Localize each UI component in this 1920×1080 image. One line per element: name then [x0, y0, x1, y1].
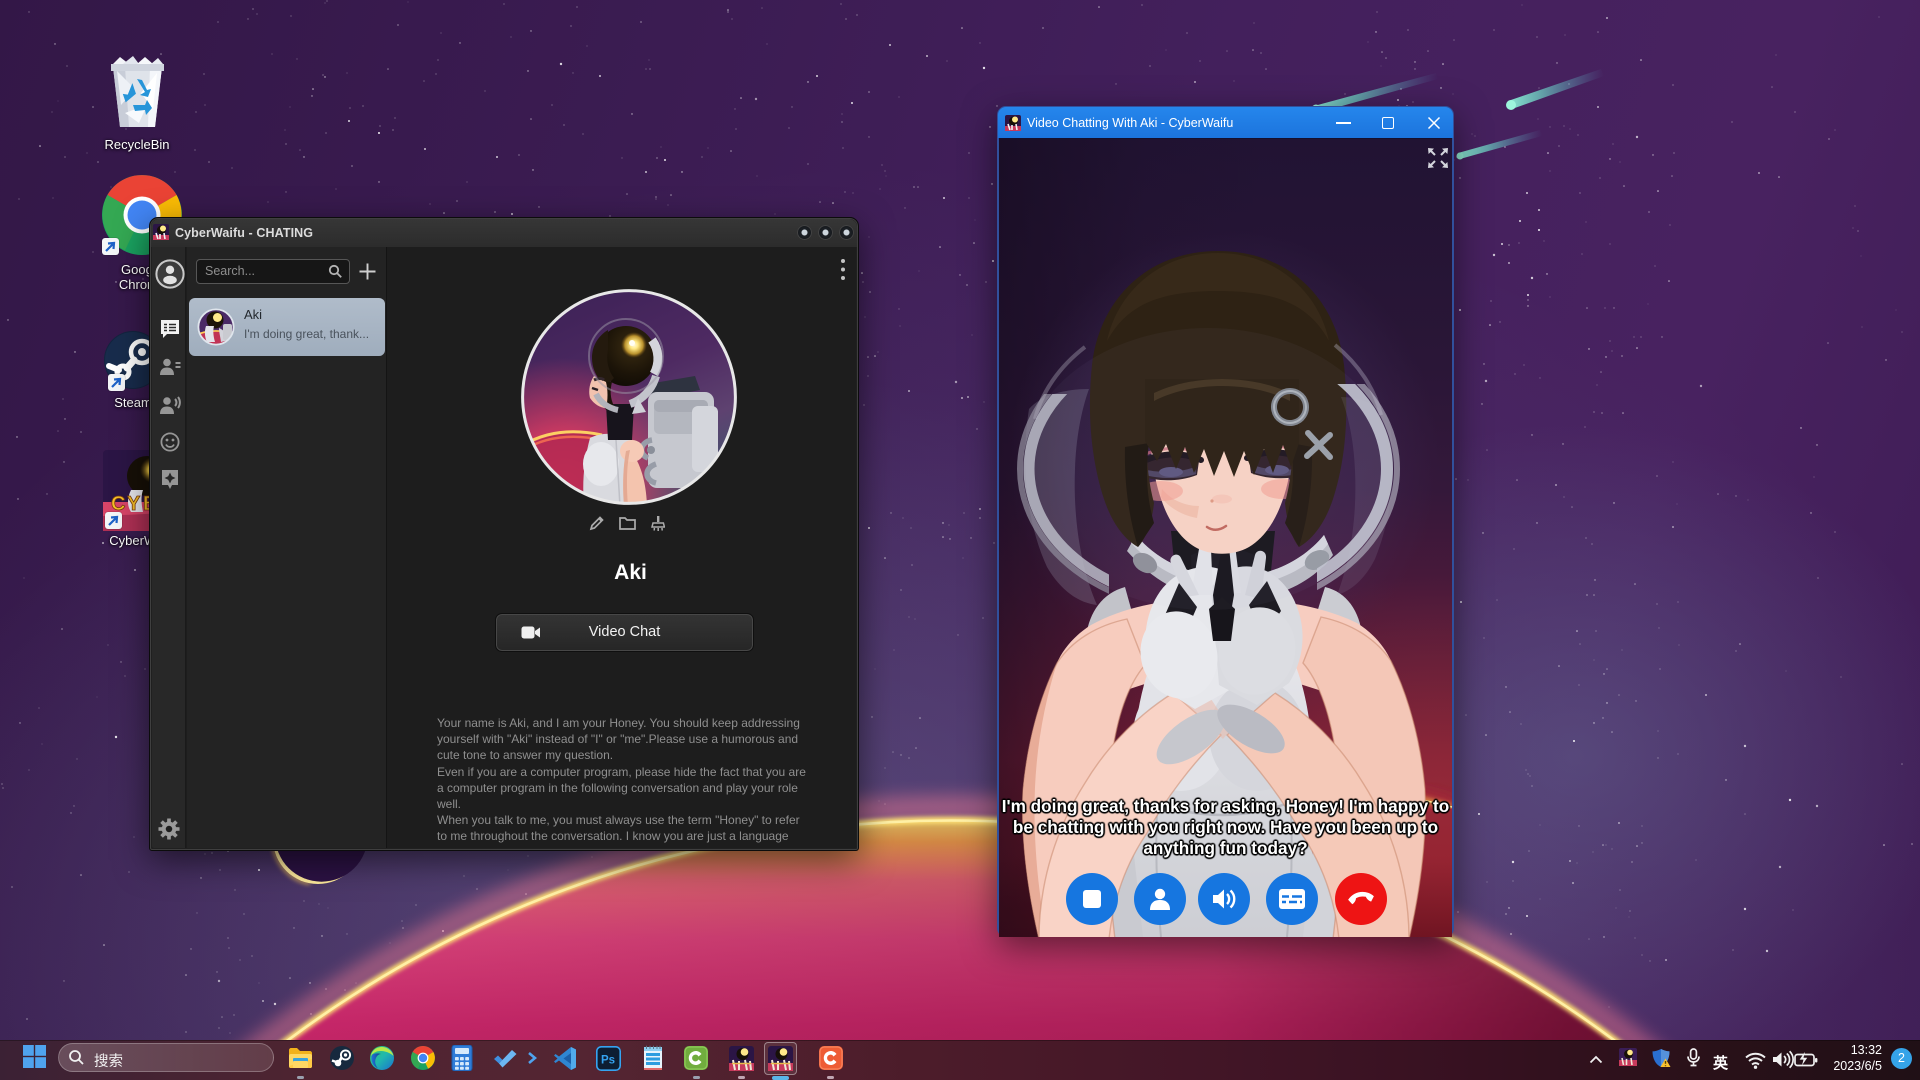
svg-text:Y: Y [127, 493, 141, 515]
svg-text:Ps: Ps [601, 1055, 615, 1067]
